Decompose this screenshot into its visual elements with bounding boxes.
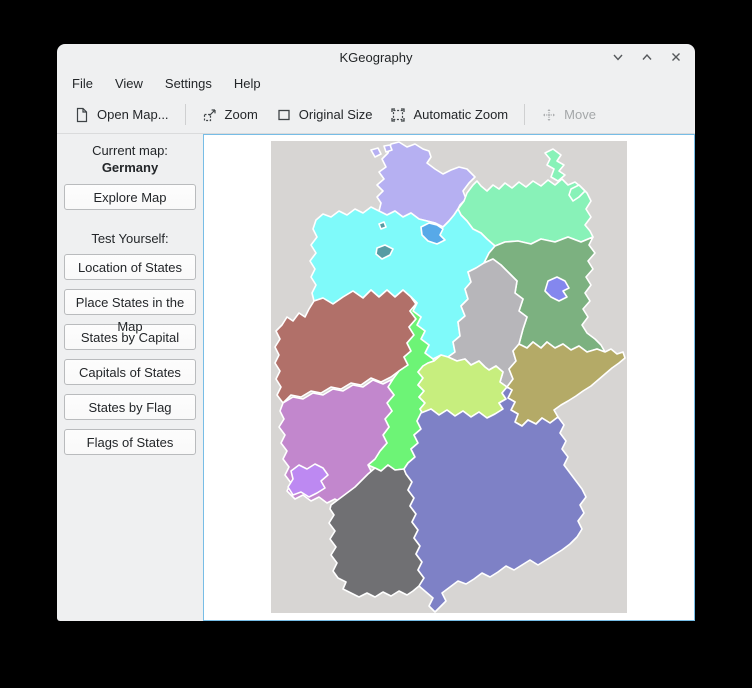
test-yourself-label: Test Yourself: xyxy=(57,231,203,246)
maximize-button[interactable] xyxy=(639,49,655,65)
minimize-button[interactable] xyxy=(610,49,626,65)
current-map-value: Germany xyxy=(57,160,203,175)
automatic-zoom-icon xyxy=(390,107,406,123)
germany-map-svg xyxy=(271,141,627,613)
menubar: File View Settings Help xyxy=(57,70,695,96)
move-label: Move xyxy=(564,107,596,122)
chevron-down-icon xyxy=(611,50,625,64)
window-controls xyxy=(610,44,684,70)
quiz-button-states-by-flag[interactable]: States by Flag xyxy=(64,394,196,420)
menu-settings[interactable]: Settings xyxy=(154,72,223,95)
menu-help[interactable]: Help xyxy=(223,72,272,95)
kgeography-window: KGeography File View Settings Help Open … xyxy=(57,44,695,621)
close-icon xyxy=(669,50,683,64)
current-map-label: Current map: xyxy=(57,143,203,158)
map-canvas xyxy=(271,141,627,613)
toolbar: Open Map... Zoom Original Size Automatic… xyxy=(57,96,695,134)
window-title: KGeography xyxy=(57,50,695,65)
map-state-saxony[interactable] xyxy=(507,342,625,426)
toolbar-separator xyxy=(185,104,186,125)
original-size-button[interactable]: Original Size xyxy=(267,102,382,128)
map-state-schleswig-holstein[interactable] xyxy=(371,148,381,157)
open-map-button[interactable]: Open Map... xyxy=(65,102,178,128)
zoom-label: Zoom xyxy=(225,107,258,122)
main-content: Current map: Germany Explore Map Test Yo… xyxy=(57,134,695,621)
quiz-button-states-by-capital[interactable]: States by Capital xyxy=(64,324,196,350)
quiz-button-place-states-in-the-map[interactable]: Place States in the Map xyxy=(64,289,196,315)
zoom-icon xyxy=(202,107,218,123)
close-button[interactable] xyxy=(668,49,684,65)
zoom-button[interactable]: Zoom xyxy=(193,102,267,128)
menu-view[interactable]: View xyxy=(104,72,154,95)
open-map-icon xyxy=(74,107,90,123)
chevron-up-icon xyxy=(640,50,654,64)
move-button: Move xyxy=(532,102,605,128)
original-size-label: Original Size xyxy=(299,107,373,122)
quiz-button-capitals-of-states[interactable]: Capitals of States xyxy=(64,359,196,385)
original-size-icon xyxy=(276,107,292,123)
move-icon xyxy=(541,107,557,123)
explore-map-button[interactable]: Explore Map xyxy=(64,184,196,210)
automatic-zoom-label: Automatic Zoom xyxy=(413,107,508,122)
map-state-schleswig-holstein[interactable] xyxy=(384,145,392,152)
automatic-zoom-button[interactable]: Automatic Zoom xyxy=(381,102,517,128)
quiz-button-flags-of-states[interactable]: Flags of States xyxy=(64,429,196,455)
map-viewport xyxy=(203,134,695,621)
toolbar-separator xyxy=(524,104,525,125)
sidebar: Current map: Germany Explore Map Test Yo… xyxy=(57,134,203,621)
quiz-button-location-of-states[interactable]: Location of States xyxy=(64,254,196,280)
menu-file[interactable]: File xyxy=(61,72,104,95)
open-map-label: Open Map... xyxy=(97,107,169,122)
map-state-bavaria[interactable] xyxy=(404,387,586,612)
map-state-mecklenburg-vorpommern[interactable] xyxy=(545,149,565,181)
map-state-bremen[interactable] xyxy=(379,222,386,229)
titlebar[interactable]: KGeography xyxy=(57,44,695,70)
